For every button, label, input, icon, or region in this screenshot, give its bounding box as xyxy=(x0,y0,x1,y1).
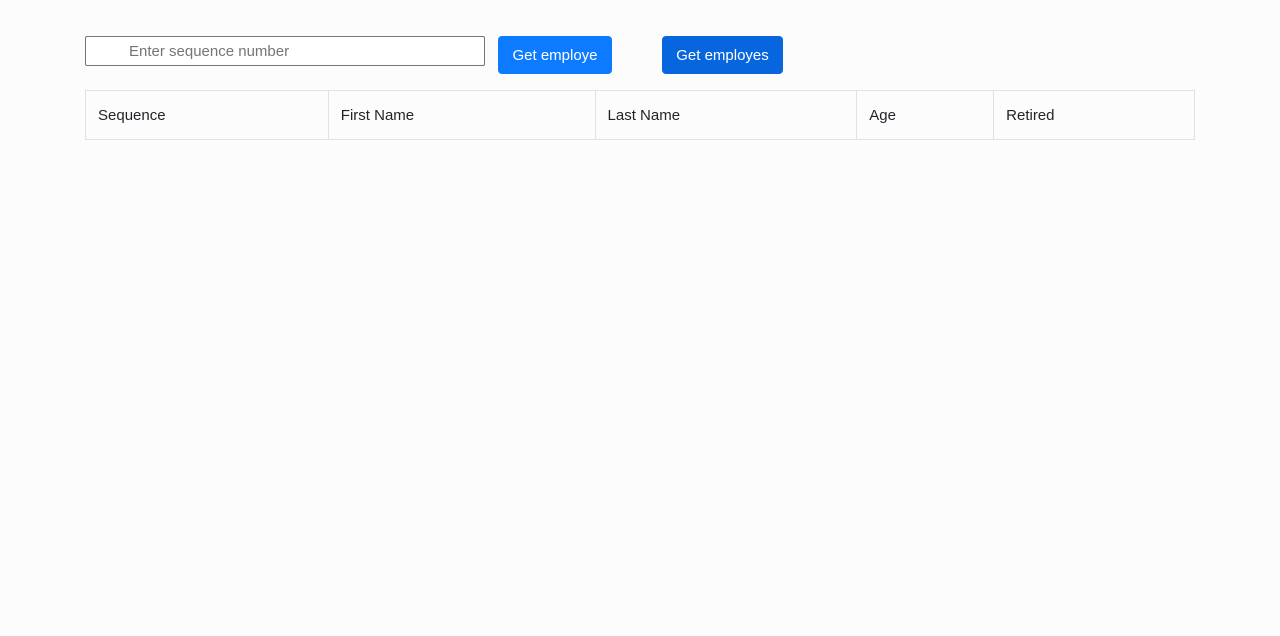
column-header-sequence: Sequence xyxy=(85,90,329,140)
employees-table: Sequence First Name Last Name Age Retire… xyxy=(85,90,1195,140)
column-header-last-name: Last Name xyxy=(594,90,858,140)
get-employees-button[interactable]: Get employes xyxy=(662,36,783,74)
table-header: Sequence First Name Last Name Age Retire… xyxy=(85,90,1195,140)
get-employee-button[interactable]: Get employe xyxy=(498,36,612,74)
table-header-row: Sequence First Name Last Name Age Retire… xyxy=(85,90,1195,140)
column-header-age: Age xyxy=(856,90,995,140)
sequence-number-input[interactable] xyxy=(85,36,485,66)
column-header-retired: Retired xyxy=(993,90,1195,140)
page: Get employe Get employes Sequence First … xyxy=(0,0,1280,636)
column-header-first-name: First Name xyxy=(327,90,596,140)
